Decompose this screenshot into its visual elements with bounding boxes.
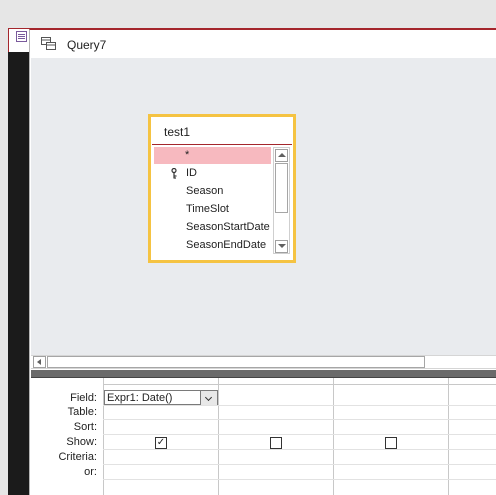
table-name[interactable]: test1	[164, 125, 190, 139]
document-icon	[16, 31, 27, 42]
row-label-field: Field:	[70, 392, 97, 404]
field-label: SeasonStartDate	[186, 221, 270, 233]
field-row-season[interactable]: Season	[154, 183, 271, 200]
background-window-body	[8, 52, 29, 495]
grid-column-divider[interactable]	[448, 378, 449, 495]
field-list-scroll-thumb[interactable]	[275, 163, 288, 213]
field-label: Season	[186, 185, 224, 197]
row-label-or: or:	[84, 466, 97, 478]
grid-column-divider[interactable]	[333, 378, 334, 495]
show-checkbox-col1[interactable]: ✓	[155, 437, 167, 449]
field-label: *	[185, 149, 190, 161]
row-label-criteria: Criteria:	[58, 451, 97, 463]
field-row-seasonenddate[interactable]: SeasonEndDate	[154, 237, 271, 254]
query-icon	[41, 37, 56, 50]
field-row-timeslot[interactable]: TimeSlot	[154, 201, 271, 218]
scroll-left-arrow-icon[interactable]	[33, 356, 46, 368]
grid-row-line	[103, 479, 496, 480]
row-label-show: Show:	[66, 436, 97, 448]
grid-row-line	[103, 449, 496, 450]
show-checkbox-col3[interactable]	[385, 437, 397, 449]
field-value-col1[interactable]: Expr1: Date()	[107, 392, 172, 404]
field-row-seasonstartdate[interactable]: SeasonStartDate	[154, 219, 271, 236]
field-label: TimeSlot	[186, 203, 229, 215]
table-title-divider	[152, 144, 292, 145]
query-title: Query7	[67, 38, 107, 52]
field-label: ID	[186, 167, 197, 179]
grid-header-line	[103, 384, 496, 385]
table-pane-hscroll-thumb[interactable]	[47, 356, 425, 368]
chevron-down-icon[interactable]	[200, 391, 217, 405]
scroll-down-arrow-icon[interactable]	[275, 240, 288, 253]
grid-row-line	[103, 419, 496, 420]
row-label-sort: Sort:	[73, 421, 97, 433]
row-label-table: Table:	[67, 406, 97, 418]
grid-row-line	[103, 405, 496, 406]
grid-row-line	[103, 434, 496, 435]
field-label: SeasonEndDate	[186, 239, 267, 251]
show-checkbox-col2[interactable]	[270, 437, 282, 449]
field-row-id[interactable]: ID	[154, 165, 271, 182]
grid-column-divider[interactable]	[218, 378, 219, 495]
pane-splitter[interactable]	[31, 370, 496, 378]
scroll-up-arrow-icon[interactable]	[275, 149, 288, 162]
grid-row-line	[103, 464, 496, 465]
field-row-all[interactable]: *	[154, 147, 271, 164]
design-grid	[31, 378, 496, 495]
primary-key-icon	[171, 168, 177, 179]
